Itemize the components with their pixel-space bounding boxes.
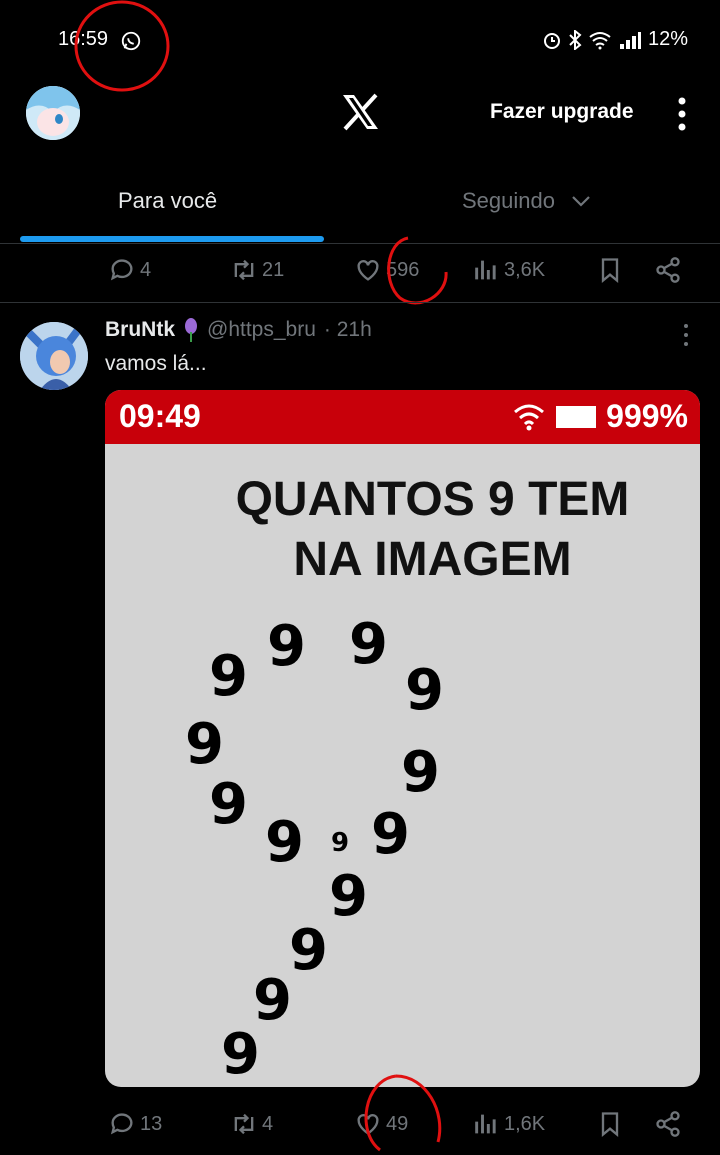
tweet-more-icon[interactable] bbox=[678, 322, 694, 348]
reply-button[interactable]: 4 bbox=[108, 256, 151, 284]
author-handle[interactable]: @https_bru bbox=[207, 318, 316, 342]
more-options-icon[interactable] bbox=[672, 96, 692, 132]
bookmark-icon bbox=[601, 258, 619, 283]
nine-digit: 9 bbox=[401, 740, 440, 805]
nine-digit: 9 bbox=[329, 864, 368, 929]
upgrade-button[interactable]: Fazer upgrade bbox=[490, 100, 634, 124]
phone-battery-icon bbox=[556, 405, 597, 428]
nine-digit: 9 bbox=[289, 918, 328, 983]
bookmark-icon bbox=[601, 1112, 619, 1137]
author-avatar[interactable] bbox=[20, 322, 88, 390]
active-tab-indicator bbox=[20, 236, 324, 242]
reply-icon bbox=[110, 259, 133, 281]
tweet-divider bbox=[0, 302, 720, 303]
puzzle-title-line1: QUANTOS 9 TEM bbox=[235, 473, 630, 526]
retweet-icon bbox=[234, 259, 254, 281]
nine-digit: 9 bbox=[209, 644, 248, 709]
reply-count: 13 bbox=[140, 1112, 163, 1135]
annotation-circle-likes-bottom bbox=[364, 1074, 442, 1152]
annotation-circle-time bbox=[74, 0, 170, 92]
phone-wifi-icon bbox=[514, 404, 545, 430]
nine-digit: 9 bbox=[221, 1022, 260, 1087]
signal-icon bbox=[619, 31, 641, 49]
nine-digit: 9 bbox=[405, 658, 444, 723]
nine-digit: 9 bbox=[349, 612, 388, 677]
tab-following-label: Seguindo bbox=[462, 188, 555, 213]
tweet-media-image[interactable]: 09:49 999% QUANTOS 9 TEM NA IMAGEM 9 9 9… bbox=[105, 390, 700, 1087]
nine-digit: 9 bbox=[267, 614, 306, 679]
retweet-button[interactable]: 21 bbox=[230, 256, 284, 284]
phone-time: 09:49 bbox=[119, 398, 201, 434]
nine-digit: 9 bbox=[371, 802, 410, 867]
share-button[interactable] bbox=[654, 1110, 682, 1138]
retweet-count: 21 bbox=[262, 258, 285, 281]
retweet-count: 4 bbox=[262, 1112, 274, 1135]
heart-icon bbox=[357, 260, 379, 281]
bookmark-button[interactable] bbox=[596, 256, 624, 284]
author-name[interactable]: BruNtk bbox=[105, 318, 175, 342]
phone-battery: 999% bbox=[512, 398, 688, 435]
tweet-text: vamos lá... bbox=[105, 352, 207, 375]
puzzle-title-line2: NA IMAGEM bbox=[293, 533, 572, 586]
previous-tweet-actions: 4 21 596 3,6K bbox=[0, 250, 720, 290]
hyacinth-emoji-icon bbox=[185, 318, 198, 342]
reply-icon bbox=[110, 1113, 133, 1135]
tweet-author-line: BruNtk @https_bru · 21h bbox=[105, 318, 372, 342]
tab-following[interactable]: Seguindo bbox=[462, 188, 591, 214]
nine-digit: 9 bbox=[265, 810, 304, 875]
status-right: 12% bbox=[542, 28, 688, 51]
profile-avatar[interactable] bbox=[26, 86, 80, 140]
wifi-icon bbox=[589, 31, 611, 49]
small-nine-digit: 9 bbox=[331, 828, 350, 858]
views-button[interactable]: 3,6K bbox=[472, 256, 545, 284]
views-count: 1,6K bbox=[504, 1112, 546, 1135]
bluetooth-icon bbox=[569, 29, 582, 50]
battery-level: 12% bbox=[647, 28, 688, 50]
retweet-button[interactable]: 4 bbox=[230, 1110, 273, 1138]
annotation-circle-likes bbox=[387, 236, 448, 305]
phone-status-bar: 09:49 999% bbox=[105, 390, 700, 444]
phone-battery-level: 999% bbox=[606, 398, 688, 434]
bookmark-button[interactable] bbox=[596, 1110, 624, 1138]
views-button[interactable]: 1,6K bbox=[472, 1110, 545, 1138]
alarm-icon bbox=[543, 32, 560, 49]
share-icon bbox=[656, 1111, 680, 1137]
retweet-icon bbox=[234, 1113, 254, 1135]
reply-count: 4 bbox=[140, 258, 152, 281]
chevron-down-icon bbox=[572, 196, 590, 207]
share-icon bbox=[656, 257, 680, 283]
reply-button[interactable]: 13 bbox=[108, 1110, 162, 1138]
share-button[interactable] bbox=[654, 256, 682, 284]
views-icon bbox=[475, 1114, 496, 1134]
puzzle-title: QUANTOS 9 TEM NA IMAGEM bbox=[105, 470, 700, 590]
x-logo-icon[interactable] bbox=[340, 93, 380, 131]
views-count: 3,6K bbox=[504, 258, 546, 281]
timeline-tabs bbox=[0, 175, 720, 244]
tab-for-you[interactable]: Para você bbox=[118, 188, 217, 214]
nine-digit: 9 bbox=[185, 712, 224, 777]
nine-digit: 9 bbox=[209, 772, 248, 837]
views-icon bbox=[475, 260, 496, 280]
tweet-time: · 21h bbox=[323, 318, 372, 341]
